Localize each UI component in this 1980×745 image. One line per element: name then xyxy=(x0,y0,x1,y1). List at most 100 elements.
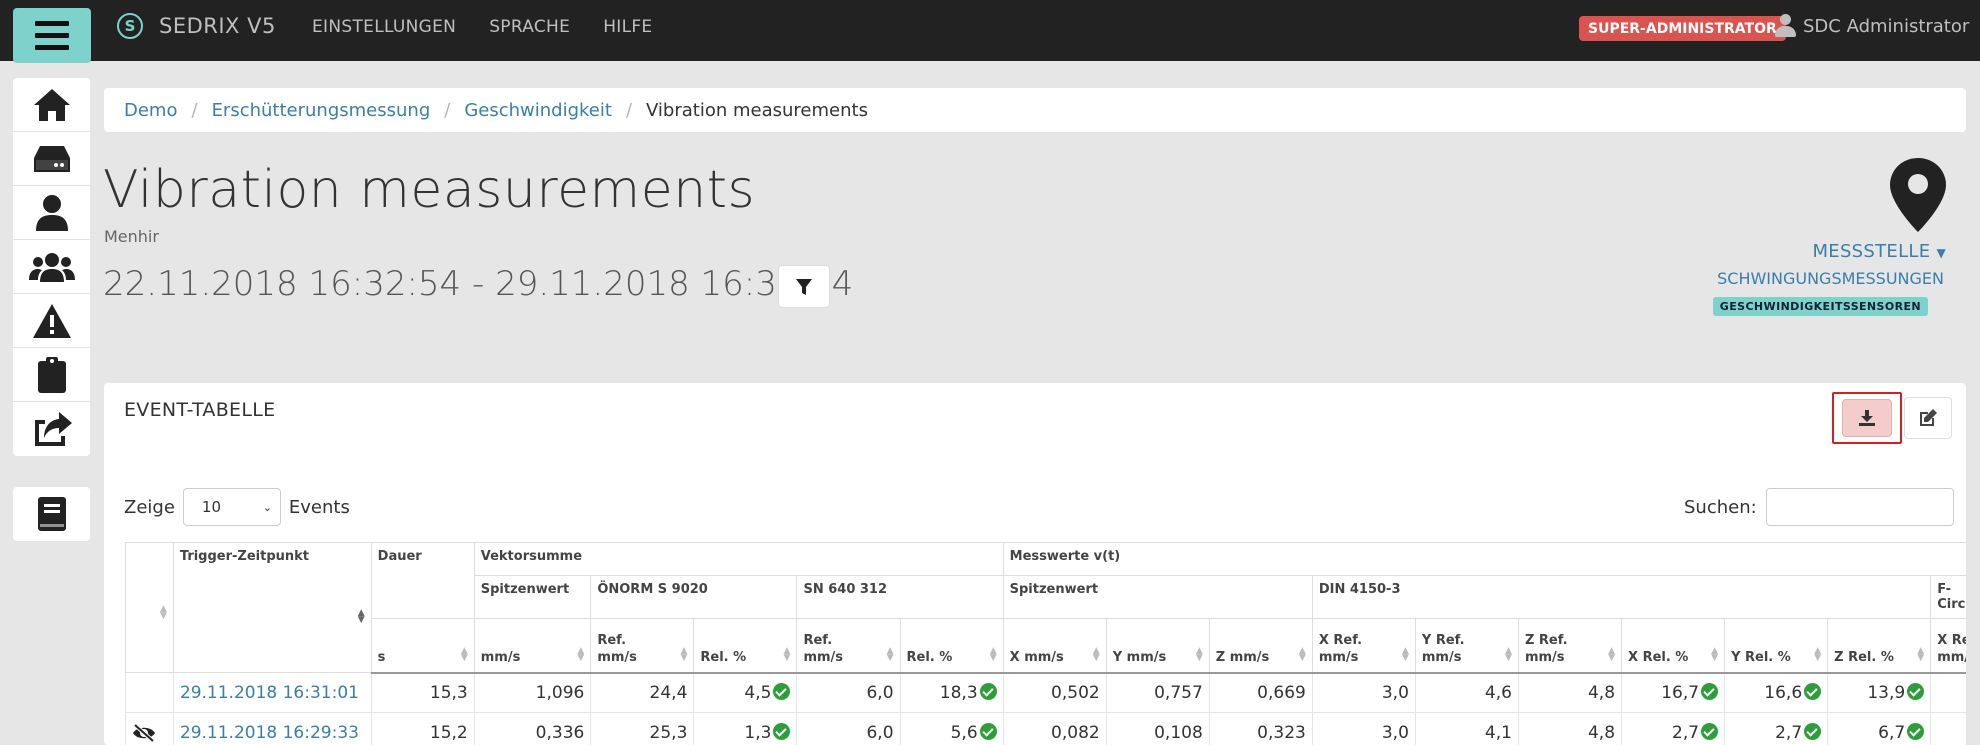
edit-button[interactable] xyxy=(1904,397,1952,439)
clipboard-icon xyxy=(37,356,66,393)
col-unit-header[interactable]: X Ref. mm/s▲▼ xyxy=(1930,618,1966,674)
book-icon xyxy=(37,497,66,531)
col-unit-header[interactable]: Y Ref. mm/s ▲ ▼ xyxy=(1414,618,1519,674)
menu-toggle-button[interactable] xyxy=(13,8,91,63)
sort-icon: ▲ ▼ xyxy=(783,645,791,663)
table-cell: 1,3 xyxy=(693,712,798,745)
col-unit-header[interactable]: X Rel. % ▲ ▼ xyxy=(1621,618,1726,674)
download-button[interactable] xyxy=(1842,399,1892,437)
event-link[interactable]: 29.11.2018 16:31:01 xyxy=(180,683,359,703)
col-unit-header[interactable]: mm/s ▲ ▼ xyxy=(473,618,592,674)
brand[interactable]: S SEDRIX V5 xyxy=(117,13,276,39)
col-unit-header[interactable]: Rel. % ▲ ▼ xyxy=(899,618,1004,674)
brand-name: SEDRIX V5 xyxy=(159,14,276,38)
col-unit-label: Z mm/s xyxy=(1215,649,1270,665)
col-unit-header[interactable]: X Ref. mm/s▲▼ xyxy=(1311,618,1416,674)
col-unit-header[interactable]: Rel. % ▲ ▼ xyxy=(693,618,798,674)
user-menu[interactable]: SDC Administrator xyxy=(1775,14,1969,38)
col-din-label: DIN 4150-3 xyxy=(1318,582,1401,597)
filter-button[interactable] xyxy=(778,265,830,308)
col-unit-header[interactable]: Z mm/s ▲ ▼ xyxy=(1208,618,1313,674)
map-marker-icon[interactable] xyxy=(1890,158,1946,232)
cell-value: 2,7 xyxy=(1672,722,1700,743)
warning-icon xyxy=(32,303,71,338)
table-row[interactable]: 29.11.2018 16:29:33 15,2 0,336 25,3 1,3 6,0 5,… xyxy=(125,712,1966,745)
table-cell: 3,0 xyxy=(1311,712,1416,745)
col-spitzenwert-label: Spitzenwert xyxy=(480,582,570,597)
sedrix-logo-icon: S xyxy=(117,13,143,39)
col-unit-label: X mm/s xyxy=(1009,649,1064,665)
breadcrumb-demo[interactable]: Demo xyxy=(124,100,177,121)
col-unit-header[interactable]: Y Rel. % ▲ ▼ xyxy=(1724,618,1829,674)
col-din-group: DIN 4150-3 xyxy=(1311,575,1932,619)
chevron-down-icon: ⌄ xyxy=(262,500,272,514)
nav-hilfe[interactable]: HILFE xyxy=(603,17,652,37)
sidebar-item-home[interactable] xyxy=(13,78,90,132)
sort-icon: ▲ ▼ xyxy=(1092,645,1100,663)
col-unit-header[interactable]: Y mm/s ▲ ▼ xyxy=(1105,618,1210,674)
table-cell: 0,082 xyxy=(1002,712,1107,745)
col-unit-header[interactable]: Ref. mm/s ▲ ▼ xyxy=(590,618,695,674)
check-circle-icon xyxy=(979,682,997,700)
sidebar-item-users[interactable] xyxy=(13,240,90,294)
col-vektorsumme-label: Vektorsumme xyxy=(480,549,583,564)
sidebar-item-reports[interactable] xyxy=(13,348,90,402)
sidebar-item-devices[interactable] xyxy=(13,132,90,186)
page-length-select[interactable]: 10 ⌄ xyxy=(182,488,281,526)
sidebar-item-docs[interactable] xyxy=(13,487,90,541)
sidebar xyxy=(13,78,90,456)
cell-value: 18,3 xyxy=(939,682,978,703)
sort-icon: ▲ ▼ xyxy=(1608,645,1616,663)
col-unit-header[interactable]: Z Rel. % ▲ ▼ xyxy=(1827,618,1932,674)
row-visibility-cell[interactable] xyxy=(125,712,174,745)
panel-title: EVENT-TABELLE xyxy=(124,399,276,421)
table-cell: 4,1 xyxy=(1414,712,1519,745)
check-circle-icon xyxy=(1907,722,1925,740)
col-spitzenwert-group: Spitzenwert xyxy=(473,575,592,619)
search-input[interactable] xyxy=(1765,488,1954,526)
col-spitzenwert2-label: Spitzenwert xyxy=(1009,582,1099,597)
col-messwerte-label: Messwerte v(t) xyxy=(1009,549,1121,564)
nav-einstellungen[interactable]: EINSTELLUNGEN xyxy=(312,17,456,37)
cell-value: 15,3 xyxy=(429,682,468,703)
col-unit-header[interactable]: s ▲ ▼ xyxy=(370,618,475,674)
col-unit-header[interactable]: Z Ref. mm/s ▲ ▼ xyxy=(1517,618,1623,674)
table-cell: 18,3 xyxy=(899,672,1004,713)
col-unit-label: Ref. mm/s xyxy=(803,632,844,665)
schwingungsmessungen-link[interactable]: SCHWINGUNGSMESSUNGEN xyxy=(1717,269,1944,288)
col-dauer-group: Dauer xyxy=(370,542,475,619)
col-unit-header[interactable]: Ref. mm/s ▲ ▼ xyxy=(796,618,901,674)
table-cell: 1,096 xyxy=(473,672,592,713)
cell-value: 0,082 xyxy=(1051,722,1100,743)
show-label: Zeige xyxy=(124,496,175,518)
cell-value: 4,6 xyxy=(1484,682,1512,703)
sort-icon: ▲ ▼ xyxy=(1711,645,1719,663)
table-cell: 25,3 xyxy=(590,712,695,745)
cell-value: 24,4 xyxy=(649,682,688,703)
col-fcirc-label: F-Circulaire xyxy=(1937,582,1966,612)
row-visibility-cell[interactable] xyxy=(125,672,174,713)
event-link[interactable]: 29.11.2018 16:29:33 xyxy=(180,723,359,743)
breadcrumb-separator: / xyxy=(444,99,451,121)
breadcrumb-geschwindigkeit[interactable]: Geschwindigkeit xyxy=(464,100,612,121)
table-cell: 0,757 xyxy=(1105,672,1210,713)
event-table-scroll[interactable]: ▲ ▼ Trigger-Zeitpunkt ▲ ▼ Dauer Vektorsumme… xyxy=(125,542,1966,745)
col-unit-label: X Ref. mm/s xyxy=(1318,632,1363,665)
sidebar-item-export[interactable] xyxy=(13,402,90,456)
col-trigger[interactable]: Trigger-Zeitpunkt ▲ ▼ xyxy=(172,542,372,673)
col-unit-header[interactable]: X mm/s ▲ ▼ xyxy=(1002,618,1107,674)
nav-sprache[interactable]: SPRACHE xyxy=(489,17,570,37)
table-row[interactable]: 29.11.2018 16:31:01 15,3 1,096 24,4 4,5 6,0 18… xyxy=(125,672,1966,713)
col-sn-group: SN 640 312 xyxy=(796,575,1004,619)
col-unit-label: Z Rel. % xyxy=(1834,649,1894,665)
cell-value: 25,3 xyxy=(649,722,688,743)
messstelle-dropdown[interactable]: MESSSTELLE ▼ xyxy=(1812,241,1946,262)
breadcrumb-erschuetterungsmessung[interactable]: Erschütterungsmessung xyxy=(212,100,431,121)
col-visibility[interactable]: ▲ ▼ xyxy=(125,542,174,673)
sidebar-item-user[interactable] xyxy=(13,186,90,240)
table-cell: 2,7 xyxy=(1724,712,1829,745)
sort-icon: ▲ ▼ xyxy=(577,645,585,663)
table-cell: 0,108 xyxy=(1105,712,1210,745)
sidebar-item-alarms[interactable] xyxy=(13,294,90,348)
col-dauer-label: Dauer xyxy=(377,549,422,564)
